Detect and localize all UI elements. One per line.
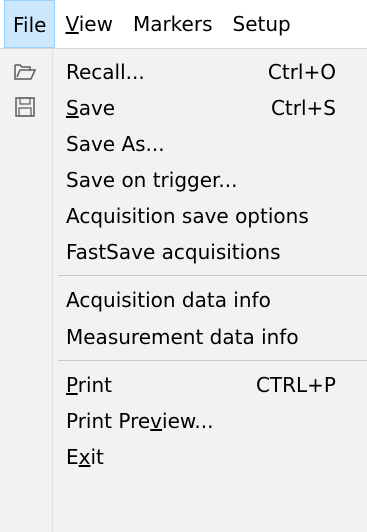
menu-item-label: Save As...	[66, 126, 165, 162]
menu-item-measurement-data-info[interactable]: Measurement data info	[0, 319, 367, 355]
menu-item-label: Acquisition data info	[66, 282, 271, 318]
label-text-pre: Acquisition save options	[66, 204, 309, 228]
menu-item-acquisition-data-info[interactable]: Acquisition data info	[0, 282, 367, 318]
menu-item-label: Exit	[66, 439, 104, 475]
menu-item-label: FastSave acquisitions	[66, 234, 281, 270]
menu-item-label: Acquisition save options	[66, 198, 309, 234]
menu-separator	[58, 360, 367, 361]
menu-item-print-preview[interactable]: Print Preview...	[0, 403, 367, 439]
label-text-pre: Acquisition data info	[66, 288, 271, 312]
menu-item-shortcut: CTRL+P	[255, 373, 336, 397]
floppy-disk-icon	[12, 94, 38, 120]
menu-item-fastsave-acquisitions[interactable]: FastSave acquisitions	[0, 234, 367, 270]
menu-item-save-as[interactable]: Save As...	[0, 126, 367, 162]
label-text-pre: Recall...	[66, 60, 145, 84]
label-text-post: ave	[78, 96, 116, 120]
label-text-post: rint	[77, 373, 113, 397]
menu-separator	[58, 275, 367, 276]
label-text-post: iew...	[162, 409, 214, 433]
menu-file-mnemonic: File	[13, 13, 47, 37]
label-text-pre: Print Pre	[66, 409, 151, 433]
menu-item-shortcut: Ctrl+S	[270, 96, 336, 120]
label-mnemonic: S	[66, 96, 79, 120]
menu-item-label: Measurement data info	[66, 319, 299, 355]
menu-markers-text-pre: Markers	[132, 12, 213, 36]
menu-view-text-post: iew	[78, 12, 113, 36]
menu-item-print[interactable]: Print CTRL+P	[0, 367, 367, 403]
folder-open-icon	[12, 58, 38, 84]
menu-item-label: Save on trigger...	[66, 162, 238, 198]
menu-file[interactable]: File	[4, 0, 56, 48]
menu-item-acquisition-save-options[interactable]: Acquisition save options	[0, 198, 367, 234]
menu-setup-text-pre: Setup	[232, 12, 291, 36]
label-text-post: it	[90, 445, 104, 469]
menu-item-recall[interactable]: Recall... Ctrl+O	[0, 54, 367, 90]
menu-item-exit[interactable]: Exit	[0, 439, 367, 475]
menu-item-label: Print	[66, 367, 112, 403]
menu-view-mnemonic: V	[65, 12, 79, 36]
label-text-pre: E	[66, 445, 79, 469]
label-text-pre: FastSave acquisitions	[66, 240, 281, 264]
menu-item-label: Print Preview...	[66, 403, 213, 439]
label-text-pre: Save on trigger...	[66, 168, 238, 192]
menu-bar: File View Markers Setup	[0, 0, 367, 49]
file-menu-dropdown: Recall... Ctrl+O Save Ctrl+S Save As... …	[0, 49, 367, 532]
menu-setup[interactable]: Setup	[223, 0, 301, 48]
label-mnemonic: P	[66, 373, 78, 397]
menu-item-save[interactable]: Save Ctrl+S	[0, 90, 367, 126]
menu-item-save-on-trigger[interactable]: Save on trigger...	[0, 162, 367, 198]
menu-view[interactable]: View	[55, 0, 122, 48]
label-mnemonic: v	[150, 409, 163, 433]
label-mnemonic: x	[78, 445, 91, 469]
label-text-pre: Measurement data info	[66, 325, 299, 349]
menu-item-shortcut: Ctrl+O	[267, 60, 336, 84]
menu-markers[interactable]: Markers	[123, 0, 223, 48]
menu-item-label: Recall...	[66, 54, 145, 90]
menu-item-label: Save	[66, 90, 115, 126]
label-text-pre: Save As...	[66, 132, 165, 156]
